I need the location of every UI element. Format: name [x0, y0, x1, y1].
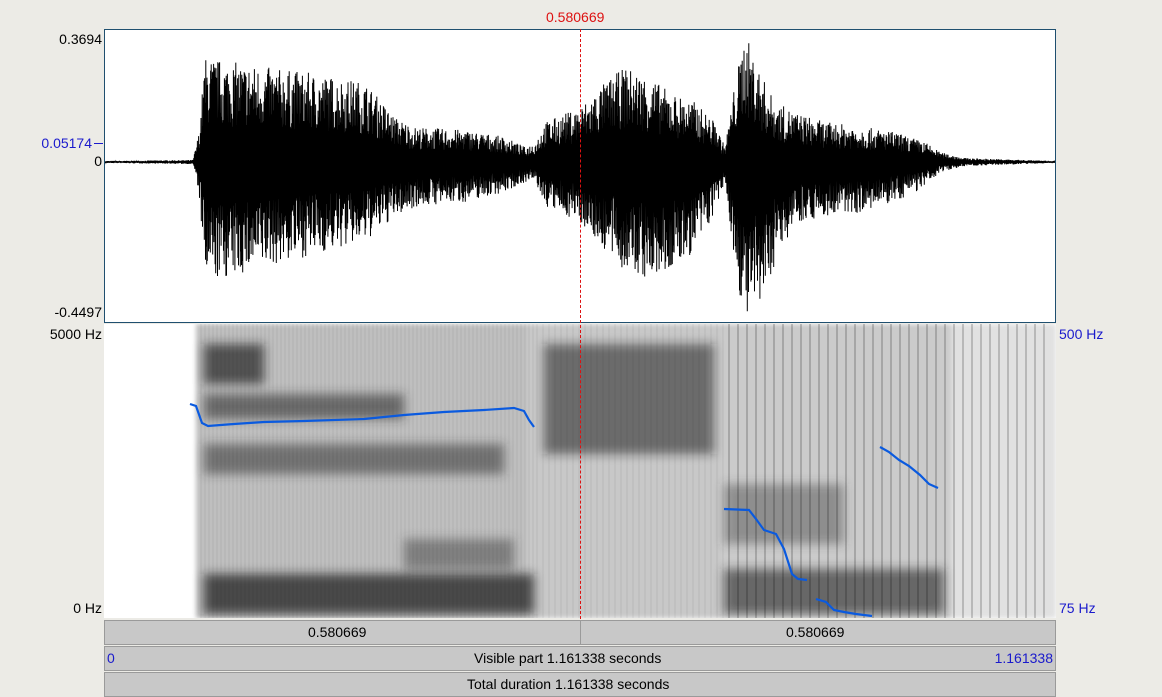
waveform-zero-label: 0 [94, 153, 102, 169]
visible-part-bar[interactable]: 0 Visible part 1.161338 seconds 1.161338 [104, 646, 1056, 671]
waveform-mark-tick [94, 143, 103, 144]
spectrogram-min-freq-label: 0 Hz [73, 600, 102, 616]
visible-end-label: 1.161338 [994, 650, 1053, 666]
total-duration-label: Total duration 1.161338 seconds [467, 676, 670, 692]
right-segment-bar[interactable]: 0.580669 [580, 620, 1056, 645]
cursor-time-label: 0.580669 [546, 9, 605, 25]
total-duration-bar[interactable]: Total duration 1.161338 seconds [104, 672, 1056, 697]
visible-part-label: Visible part 1.161338 seconds [474, 650, 662, 666]
spectrogram-max-freq-label: 5000 Hz [49, 326, 102, 342]
waveform-min-label: -0.4497 [54, 304, 102, 320]
pitch-min-label: 75 Hz [1059, 600, 1096, 616]
waveform-max-label: 0.3694 [59, 31, 102, 47]
cursor-line[interactable] [580, 29, 581, 619]
formant-band [544, 344, 714, 454]
waveform-mark-label: 0.05174 [41, 135, 92, 151]
pitch-max-label: 500 Hz [1059, 326, 1104, 342]
left-segment-bar[interactable]: 0.580669 [104, 620, 581, 645]
formant-band [204, 394, 404, 419]
right-segment-label: 0.580669 [786, 624, 845, 640]
left-segment-label: 0.580669 [308, 624, 367, 640]
spectrogram-region [951, 324, 1056, 618]
visible-start-label: 0 [107, 650, 115, 666]
